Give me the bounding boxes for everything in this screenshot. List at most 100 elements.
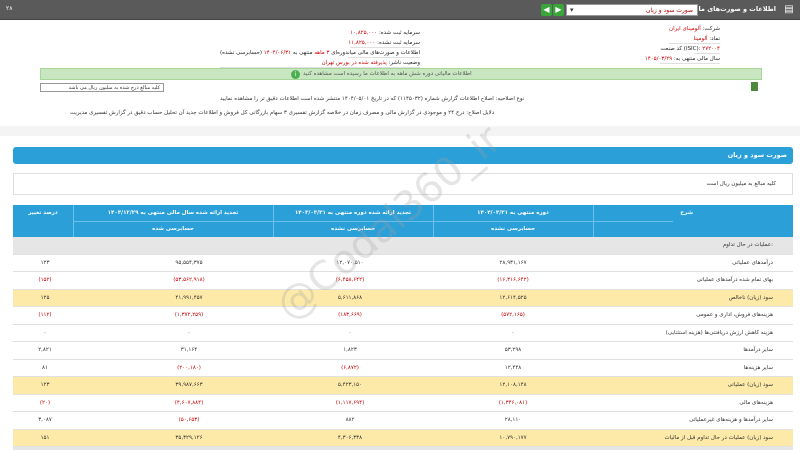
table-body: عملیات در حال تداوم: درآمدهای عملیاتی ۲۸,۹… — [13, 237, 793, 450]
chevron-down-icon: ▾ — [570, 6, 574, 14]
row-label: سود (زیان) ناخالص — [728, 294, 773, 301]
row-value-v3: (۴,۶۰۷,۸۸۴) — [174, 399, 204, 406]
row-value-v1: ۱۰,۷۹۰,۱۷۷ — [499, 434, 527, 441]
col-description: شرح — [680, 210, 693, 216]
table-row: هزینه‌های مالی (۱,۳۴۶,۰۸۱) (۱,۱۱۷,۶۹۴) (۴,۶… — [13, 395, 793, 412]
status-label: وضعیت ناشر: — [388, 60, 421, 66]
row-value-v3: ۴۱,۹۹۱,۴۵۷ — [175, 294, 203, 301]
audit-status: (حسابرسی نشده) — [220, 50, 263, 56]
col-year: تجدید ارائه شده سال مالی منتهی به ۱۴۰۳/۱… — [107, 210, 239, 216]
amendment-reason: دلایل اصلاح: درج ۲۴ و موجودی در گزارش ما… — [70, 110, 495, 116]
row-value-v4: ۰ — [43, 329, 47, 336]
table-row: بهای تمام شده درآمدهای عملیاتی (۱۶,۳۱۶,۶۴… — [13, 272, 793, 290]
info-icon: i — [291, 70, 300, 79]
col-year-sub: حسابرسی شده — [152, 226, 194, 232]
table-row: سایر درآمدها و هزینه‌های غیرعملیاتی ۲۸,۱۱… — [13, 412, 793, 430]
row-value-v3: (۲۰۰,۱۸۰) — [177, 364, 201, 371]
row-value-v3: (۵۳,۵۶۲,۹۱۸) — [173, 277, 205, 283]
capital-unregistered-value: ۱۱,۸۲۵,۰۰۰ — [348, 40, 376, 46]
status-value: پذیرفته شده در بورس تهران — [321, 60, 387, 66]
symbol-value: آلومینا — [693, 36, 708, 42]
notice-bar: i اطلاعات مالیاتی دوره شش ماهه به اطلاعا… — [40, 68, 762, 80]
row-value-v2: ۴,۳۰۶,۳۳۸ — [337, 434, 363, 441]
unit-note-text: کلیه مبالغ درج شده به میلیون ریال می باش… — [68, 85, 160, 91]
company-label: شرکت: — [702, 26, 720, 32]
row-value-v1: ۱۲,۴۴۸ — [504, 364, 522, 371]
company-value: آلومینای ایران — [669, 26, 701, 32]
row-value-v4: ۱۲۵ — [40, 294, 50, 301]
symbol-label: نماد: — [709, 36, 720, 42]
code-label: کد صنعت (ISIC): — [660, 46, 701, 52]
row-value-v4: (۱۵۲) — [38, 277, 52, 283]
row-value-v2: ۱,۸۲۳ — [343, 347, 357, 353]
amendment-type: نوع اصلاحیه: اصلاح اطلاعات گزارش شماره (… — [220, 96, 525, 102]
row-value-v3: ۳۹,۹۸۷,۶۶۳ — [175, 382, 203, 388]
row-value-v2: ۵,۶۱۱,۸۶۸ — [337, 294, 363, 301]
table-header: شرح دوره منتهی به ۱۴۰۴/۰۳/۳۱ حسابرسی نشد… — [13, 205, 793, 237]
unit-note: کلیه مبالغ به میلیون ریال است — [706, 181, 776, 187]
row-label: هزینه کاهش ارزش دریافتنی‌ها (هزینه استثن… — [665, 329, 773, 336]
row-label: درآمدهای عملیاتی — [732, 259, 773, 266]
divider — [0, 126, 800, 136]
year-label: سال مالی منتهی به: — [673, 56, 720, 62]
row-value-v1: (۵۷۲,۱۶۵) — [501, 312, 525, 318]
code-value: ۲۷۲۰۰۴ — [702, 46, 720, 52]
row-value-v3: (۱,۳۷۲,۲۵۹) — [174, 312, 204, 318]
table-row: هزینه‌های فروش، اداری و عمومی (۵۷۲,۱۶۵) (۱… — [13, 307, 793, 325]
row-value-v1: ۵۳,۲۹۸ — [504, 347, 522, 353]
table-row: عملیات در حال تداوم: — [13, 237, 793, 255]
table-row: سود (زیان) ناخالص ۱۲,۶۱۴,۵۲۵ ۵,۶۱۱,۸۶۸ ۴۱,۹… — [13, 289, 793, 307]
row-value-v4: ۱۲۳ — [40, 259, 50, 266]
row-value-v2: ۰ — [348, 329, 352, 336]
period-label: ۳ ماهه — [314, 50, 330, 56]
row-label: سایر هزینه‌ها — [743, 364, 773, 371]
row-value-v2: ۸۸۲ — [345, 417, 355, 423]
page-counter: ۲۸ — [6, 5, 13, 12]
row-value-v4: (۱۱۲) — [38, 312, 52, 318]
capital-registered-value: ۱۰,۸۲۵,۰۰۰ — [350, 30, 378, 36]
table-row: درآمدهای عملیاتی ۲۸,۹۳۱,۱۶۷ ۱۲,۰۷۰,۵۱۰ ۹۵,۵… — [13, 255, 793, 272]
row-label: هزینه‌های مالی — [739, 399, 773, 406]
unit-note-field[interactable]: کلیه مبالغ درج شده به میلیون ریال می باش… — [40, 83, 164, 92]
col-change: درصد تغییر — [28, 210, 58, 216]
top-toolbar: ▤ اطلاعات و صورت‌های مالی میاندوره‌ای صو… — [0, 0, 800, 20]
row-value-v3: ۳۵,۳۲۹,۱۲۶ — [175, 434, 203, 441]
row-value-v1: (۱,۳۴۶,۰۸۱) — [498, 399, 528, 406]
section-title: صورت سود و زیان — [727, 151, 787, 159]
excel-icon[interactable] — [751, 82, 758, 91]
row-value-v3: (۵۰,۶۵۳) — [178, 417, 200, 423]
row-value-v1: ۱۲,۱۰۸,۱۴۸ — [499, 382, 527, 388]
col-prev: تجدید ارائه شده دوره منتهی به ۱۴۰۳/۰۳/۳۱ — [294, 210, 412, 216]
notice-text[interactable]: اطلاعات مالیاتی دوره شش ماهه به اطلاعات … — [303, 71, 472, 77]
row-label: عملیات در حال تداوم: — [722, 242, 773, 248]
period-end-value: ۱۴۰۴/۰۶/۳۱ — [263, 50, 292, 56]
section-header: صورت سود و زیان — [13, 147, 793, 164]
year-value: ۱۴۰۵/۰۳/۲۹ — [644, 56, 673, 62]
income-statement-table: شرح دوره منتهی به ۱۴۰۴/۰۳/۳۱ حسابرسی نشد… — [13, 205, 793, 450]
report-select[interactable]: صورت سود و زیان ▾ — [566, 4, 698, 16]
row-label: بهای تمام شده درآمدهای عملیاتی — [696, 277, 773, 283]
row-value-v2: ۵,۴۲۳,۱۵۰ — [337, 382, 363, 388]
report-select-value: صورت سود و زیان — [646, 7, 693, 14]
row-value-v3: ۹۵,۵۵۴,۳۷۵ — [175, 259, 203, 266]
row-value-v2: (۱,۱۱۷,۶۹۴) — [335, 399, 365, 406]
row-value-v3: ۳۱,۱۶۴ — [180, 347, 198, 353]
col-current-sub: حسابرسی نشده — [490, 226, 536, 232]
row-value-v4: ۸۱ — [42, 364, 48, 371]
period-end-label: منتهی به — [292, 50, 313, 56]
prev-button[interactable]: ◀ — [541, 4, 552, 16]
row-value-v2: (۶,۸۷۲) — [341, 364, 359, 371]
row-value-v4: (۲۰) — [39, 399, 51, 406]
row-label: هزینه‌های فروش، اداری و عمومی — [696, 312, 773, 318]
capital-registered-label: سرمایه ثبت شده: — [378, 30, 420, 36]
table-row: سایر هزینه‌ها ۱۲,۴۴۸ (۶,۸۷۲) (۲۰۰,۱۸۰) ۸۱ — [13, 360, 793, 377]
report-type-label: اطلاعات و صورت‌های مالی میاندوره‌ای — [331, 50, 420, 56]
next-button[interactable]: ▶ — [553, 4, 564, 16]
row-value-v3: ۰ — [187, 329, 191, 336]
row-value-v2: ۱۲,۰۷۰,۵۱۰ — [336, 259, 364, 266]
row-value-v4: ۱۵۱ — [40, 434, 50, 441]
capital-unregistered-label: سرمایه ثبت نشده: — [377, 40, 420, 46]
row-value-v2: (۶,۴۵۸,۶۴۲) — [335, 277, 365, 283]
col-current: دوره منتهی به ۱۴۰۴/۰۳/۳۱ — [477, 210, 549, 216]
clipboard-icon[interactable]: ▤ — [783, 4, 795, 16]
